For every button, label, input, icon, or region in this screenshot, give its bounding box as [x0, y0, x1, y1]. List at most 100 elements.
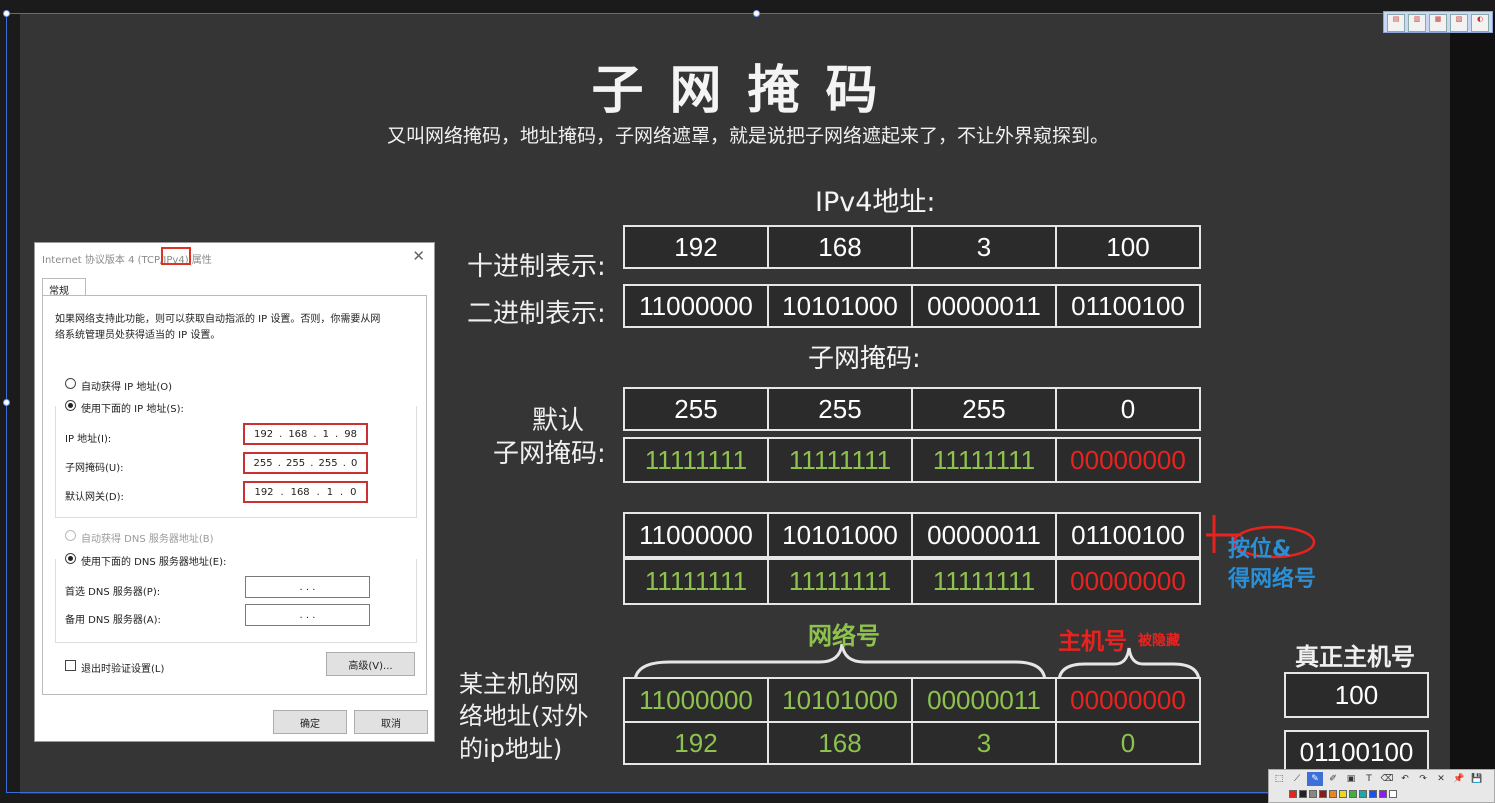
color-swatch-maroon[interactable] — [1319, 790, 1327, 798]
redo-icon[interactable]: ↷ — [1415, 772, 1431, 786]
ip-address-label: IP 地址(I): — [65, 434, 112, 445]
subnet-mask-field[interactable]: 255. 255. 255. 0 — [243, 452, 368, 474]
default-mask-label-2: 子网掩码: — [493, 439, 606, 469]
color-swatch-red[interactable] — [1289, 790, 1297, 798]
host-network-label-1: 某主机的网 — [459, 670, 579, 698]
close-icon[interactable]: ✕ — [412, 247, 425, 265]
network-decimal-table: 192 168 3 0 — [623, 721, 1201, 765]
and-mask-binary-table: 11111111 11111111 11111111 00000000 — [623, 558, 1201, 605]
radio-auto-dns-label[interactable]: 自动获得 DNS 服务器地址(B) — [81, 530, 214, 545]
default-gateway-field[interactable]: 192. 168. 1. 0 — [243, 481, 368, 503]
and-ip-binary-octet-1: 11000000 — [623, 512, 769, 558]
undo-icon[interactable]: ↶ — [1397, 772, 1413, 786]
line-icon[interactable]: ⟋ — [1289, 772, 1305, 786]
save-icon[interactable]: 💾 — [1469, 772, 1485, 786]
binary-label: 二进制表示: — [467, 299, 606, 329]
shape-icon[interactable]: ▣ — [1343, 772, 1359, 786]
mask-decimal-octet-4: 0 — [1055, 387, 1201, 431]
cancel-button[interactable]: 取消 — [354, 710, 428, 734]
mask-decimal-octet-2: 255 — [767, 387, 913, 431]
ip-field-dot: . — [279, 428, 283, 440]
ip-binary-octet-2: 10101000 — [767, 284, 913, 328]
ip-binary-octet-3: 00000011 — [911, 284, 1057, 328]
network-decimal-octet-4: 0 — [1055, 721, 1201, 765]
mask-binary-table: 11111111 11111111 11111111 00000000 — [623, 437, 1201, 483]
text-icon[interactable]: T — [1361, 772, 1377, 786]
color-swatch-white[interactable] — [1389, 790, 1397, 798]
selection-border-top — [6, 13, 1450, 14]
ip-binary-octet-4: 01100100 — [1055, 284, 1201, 328]
selection-handle-top-middle[interactable] — [753, 10, 760, 17]
ip-decimal-octet-4: 100 — [1055, 225, 1201, 269]
highlighter-icon[interactable]: ✐ — [1325, 772, 1341, 786]
and-mask-binary-octet-2: 11111111 — [767, 558, 913, 605]
alternate-dns-label: 备用 DNS 服务器(A): — [65, 615, 161, 626]
tool-icon-2[interactable]: ▥ — [1408, 14, 1426, 32]
gateway-field-dot: . — [340, 486, 344, 498]
subnet-field-part: 255 — [318, 457, 338, 469]
network-binary-octet-1: 11000000 — [623, 677, 769, 723]
host-number-label: 主机号 — [1058, 629, 1127, 655]
host-network-label-3: 的ip地址) — [459, 735, 563, 763]
ok-button[interactable]: 确定 — [273, 710, 347, 734]
decimal-label: 十进制表示: — [467, 252, 606, 282]
radio-auto-ip-label[interactable]: 自动获得 IP 地址(O) — [81, 378, 172, 393]
subnet-field-part: 255 — [286, 457, 306, 469]
subnet-field-dot: . — [342, 457, 346, 469]
selection-border-bottom — [6, 792, 1450, 793]
color-swatch-purple[interactable] — [1379, 790, 1387, 798]
description-line-1: 如果网络支持此功能，则可以获取自动指派的 IP 设置。否则，你需要从网 — [55, 314, 381, 325]
pin-icon[interactable]: 📌 — [1451, 772, 1467, 786]
mask-binary-octet-1: 11111111 — [623, 437, 769, 483]
validate-on-exit-checkbox[interactable] — [65, 660, 76, 671]
ip-address-field[interactable]: 192. 168. 1. 98 — [243, 423, 368, 445]
subnet-field-part: 0 — [351, 457, 358, 469]
tcpip-properties-dialog: Internet 协议版本 4 (TCP/IPv4) 属性 ✕ 常规 如果网络支… — [34, 242, 435, 742]
tool-icon-5[interactable]: ◐ — [1471, 14, 1489, 32]
radio-auto-dns[interactable] — [65, 530, 76, 541]
color-swatch-teal[interactable] — [1359, 790, 1367, 798]
network-decimal-octet-3: 3 — [911, 721, 1057, 765]
pen-icon[interactable]: ✎ — [1307, 772, 1323, 786]
dns-settings-group — [55, 559, 417, 643]
gateway-field-dot: . — [316, 486, 320, 498]
toolbar-tools: ⬚ ⟋ ✎ ✐ ▣ T ⌫ ↶ ↷ ✕ 📌 💾 — [1271, 772, 1485, 786]
network-binary-table: 11000000 10101000 00000011 00000000 — [623, 677, 1201, 723]
real-host-label: 真正主机号 — [1295, 643, 1415, 671]
tool-icon-1[interactable]: ▤ — [1387, 14, 1405, 32]
selection-handle-left-middle[interactable] — [3, 399, 10, 406]
host-hidden-label: 被隐藏 — [1138, 633, 1180, 649]
ip-binary-octet-1: 11000000 — [623, 284, 769, 328]
mask-binary-octet-3: 11111111 — [911, 437, 1057, 483]
ip-binary-table: 11000000 10101000 00000011 01100100 — [623, 284, 1201, 328]
gateway-field-part: 1 — [326, 486, 334, 498]
mask-binary-octet-2: 11111111 — [767, 437, 913, 483]
and-ip-binary-octet-3: 00000011 — [911, 512, 1057, 558]
and-mask-binary-octet-3: 11111111 — [911, 558, 1057, 605]
ipv4-highlight-box — [161, 247, 191, 265]
top-right-toolbox: ▤ ▥ ▦ ▧ ◐ — [1383, 11, 1493, 33]
tool-icon-3[interactable]: ▦ — [1429, 14, 1447, 32]
and-mask-binary-octet-4: 00000000 — [1055, 558, 1201, 605]
validate-on-exit-label[interactable]: 退出时验证设置(L) — [81, 660, 164, 675]
advanced-button[interactable]: 高级(V)... — [326, 652, 415, 676]
eraser-icon[interactable]: ⌫ — [1379, 772, 1395, 786]
select-icon[interactable]: ⬚ — [1271, 772, 1287, 786]
color-swatch-green[interactable] — [1349, 790, 1357, 798]
selection-handle-top-left[interactable] — [3, 10, 10, 17]
tool-icon-4[interactable]: ▧ — [1450, 14, 1468, 32]
subnet-label: 子网掩码(U): — [65, 463, 124, 474]
color-swatch-yellow[interactable] — [1339, 790, 1347, 798]
color-swatch-blue[interactable] — [1369, 790, 1377, 798]
tab-general[interactable]: 常规 — [42, 278, 86, 297]
color-swatch-grey[interactable] — [1309, 790, 1317, 798]
alternate-dns-field[interactable]: . . . — [245, 604, 370, 626]
close-icon[interactable]: ✕ — [1433, 772, 1449, 786]
ip-decimal-octet-1: 192 — [623, 225, 769, 269]
preferred-dns-label: 首选 DNS 服务器(P): — [65, 587, 161, 598]
slide-subtitle: 又叫网络掩码，地址掩码，子网络遮罩，就是说把子网络遮起来了，不让外界窥探到。 — [387, 125, 1110, 147]
preferred-dns-field[interactable]: . . . — [245, 576, 370, 598]
radio-auto-ip[interactable] — [65, 378, 76, 389]
color-swatch-orange[interactable] — [1329, 790, 1337, 798]
color-swatch-black[interactable] — [1299, 790, 1307, 798]
